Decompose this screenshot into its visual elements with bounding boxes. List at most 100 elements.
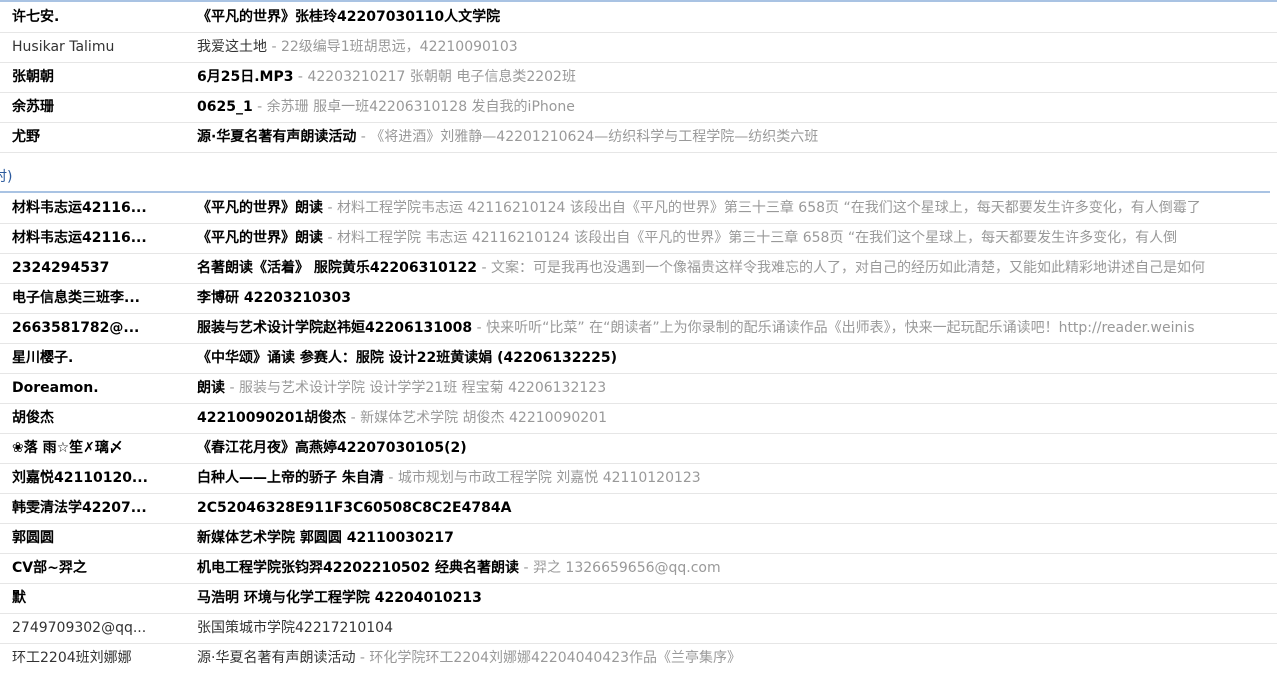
mail-subject: 6月25日.MP3 [197,69,294,85]
preview-separator: - [519,560,533,576]
preview-separator: - [293,69,308,85]
mail-subject: 《中华颂》诵读 参赛人：服院 设计22班黄读娟 (42206132225) [197,350,618,366]
mail-summary: 42210090201胡俊杰 - 新媒体艺术学院 胡俊杰 42210090201 [197,404,1277,433]
list-top-border [0,0,1277,2]
mail-row[interactable]: 韩雯清法学42207... 2C52046328E911F3C60508C8C2E… [0,494,1277,524]
group-header[interactable]: 时) [0,163,1270,193]
mail-summary: 6月25日.MP3 - 42203210217 张朝朝 电子信息类2202班 [197,63,1277,92]
mail-subject: 名著朗读《活着》 服院黄乐42206310122 [197,260,478,276]
mail-subject: 2C52046328E911F3C60508C8C2E4784A [197,500,512,516]
preview-separator: - [323,230,337,246]
mail-sender: 星川樱子. [12,350,74,366]
mail-summary: 《春江花月夜》高燕婷42207030105(2) [197,434,1277,463]
mail-subject: 服装与艺术设计学院赵祎姮42206131008 [197,320,473,336]
mail-subject: 42210090201胡俊杰 [197,410,347,426]
mail-row[interactable]: CV部~羿之 机电工程学院张钧羿42202210502 经典名著朗读 - 羿之 1… [0,554,1277,584]
mail-row[interactable]: 电子信息类三班李... 李博研 42203210303 [0,284,1277,314]
mail-row[interactable]: 2324294537 名著朗读《活着》 服院黄乐42206310122 - 文案：… [0,254,1277,284]
mail-sender: 尤野 [12,129,40,145]
preview-separator: - [252,99,267,115]
mail-preview: 城市规划与市政工程学院 刘嘉悦 42110120123 [397,470,701,486]
mail-row[interactable]: 许七安. 《平凡的世界》张桂玲42207030110人文学院 [0,3,1277,33]
mail-subject: 马浩明 环境与化学工程学院 42204010213 [197,590,482,606]
mail-sender: 许七安. [12,9,60,25]
mail-subject: 李博研 42203210303 [197,290,352,306]
mail-preview: 环化学院环工2204刘娜娜42204040423作品《兰亭集序》 [369,650,742,666]
mail-summary: 机电工程学院张钧羿42202210502 经典名著朗读 - 羿之 1326659… [197,554,1277,583]
mail-preview: 《将进酒》刘雅静—42201210624—纺织科学与工程学院—纺织类六班 [370,129,819,145]
mail-sender: 余苏珊 [12,99,54,115]
mail-summary: 源·华夏名著有声朗读活动 - 环化学院环工2204刘娜娜42204040423作… [197,644,1277,673]
mail-preview: 22级编导1班胡思远，42210090103 [280,39,518,55]
mail-preview: 材料工程学院 韦志运 42116210124 该段出自《平凡的世界》第三十三章 … [336,230,1178,246]
mail-summary: 新媒体艺术学院 郭圆圆 42110030217 [197,524,1277,553]
mail-row[interactable]: 材料韦志运42116... 《平凡的世界》朗读 - 材料工程学院韦志运 42116… [0,194,1277,224]
mail-subject: 0625_1 [197,99,253,115]
mail-row[interactable]: ❀落 雨☆笙✗璃〆 《春江花月夜》高燕婷42207030105(2) [0,434,1277,464]
mail-row[interactable]: Doreamon. 朗读 - 服装与艺术设计学院 设计学学21班 程宝菊 4220… [0,374,1277,404]
preview-separator: - [225,380,239,396]
mail-row[interactable]: 星川樱子. 《中华颂》诵读 参赛人：服院 设计22班黄读娟 (4220613222… [0,344,1277,374]
mail-summary: 李博研 42203210303 [197,284,1277,313]
mail-row[interactable]: Husikar Talimu 我爱这土地 - 22级编导1班胡思远，4221009… [0,33,1277,63]
mail-sender: 电子信息类三班李... [12,290,140,306]
mail-preview: 服装与艺术设计学院 设计学学21班 程宝菊 42206132123 [238,380,607,396]
mail-subject: 白种人——上帝的骄子 朱自清 [197,470,384,486]
mail-subject: 源·华夏名著有声朗读活动 [197,129,357,145]
mail-preview: 余苏珊 服卓一班42206310128 发自我的iPhone [266,99,575,115]
mail-sender: Doreamon. [12,380,99,396]
preview-separator: - [472,320,487,336]
preview-separator: - [477,260,491,276]
mail-sender: 韩雯清法学42207... [12,500,147,516]
mail-preview: 羿之 1326659656@qq.com [532,560,721,576]
mail-row[interactable]: 余苏珊 0625_1 - 余苏珊 服卓一班42206310128 发自我的iPho… [0,93,1277,123]
mail-preview: 文案：可是我再也没遇到一个像福贵这样令我难忘的人了，对自己的经历如此清楚，又能如… [490,260,1205,276]
mail-summary: 名著朗读《活着》 服院黄乐42206310122 - 文案：可是我再也没遇到一个… [197,254,1277,283]
preview-separator: - [356,129,371,145]
mail-summary: 张国策城市学院42217210104 [197,614,1277,643]
mail-sender: 胡俊杰 [12,410,54,426]
preview-separator: - [267,39,281,55]
mail-sender: 默 [12,590,26,606]
mail-preview: 42203210217 张朝朝 电子信息类2202班 [307,69,576,85]
mail-sender: CV部~羿之 [12,560,87,576]
mail-subject: 张国策城市学院42217210104 [197,620,393,636]
mail-subject: 我爱这土地 [197,39,267,55]
mail-preview: 新媒体艺术学院 胡俊杰 42210090201 [360,410,607,426]
mail-summary: 《平凡的世界》张桂玲42207030110人文学院 [197,3,1277,32]
mail-row[interactable]: 2749709302@qq... 张国策城市学院42217210104 [0,614,1277,644]
mail-row[interactable]: 环工2204班刘娜娜 源·华夏名著有声朗读活动 - 环化学院环工2204刘娜娜42… [0,644,1277,673]
mail-row[interactable]: 刘嘉悦42110120... 白种人——上帝的骄子 朱自清 - 城市规划与市政工程… [0,464,1277,494]
mail-subject: 《平凡的世界》张桂玲42207030110人文学院 [197,9,501,25]
mail-row[interactable]: 材料韦志运42116... 《平凡的世界》朗读 - 材料工程学院 韦志运 4211… [0,224,1277,254]
mail-subject: 源·华夏名著有声朗读活动 [197,650,356,666]
mail-row[interactable]: 2663581782@... 服装与艺术设计学院赵祎姮42206131008 - … [0,314,1277,344]
mail-sender: 2749709302@qq... [12,620,147,636]
mail-summary: 《中华颂》诵读 参赛人：服院 设计22班黄读娟 (42206132225) [197,344,1277,373]
mail-sender: 材料韦志运42116... [12,230,147,246]
mail-summary: 朗读 - 服装与艺术设计学院 设计学学21班 程宝菊 42206132123 [197,374,1277,403]
preview-separator: - [346,410,361,426]
mail-sender: 刘嘉悦42110120... [12,470,148,486]
mail-row[interactable]: 默 马浩明 环境与化学工程学院 42204010213 [0,584,1277,614]
mail-summary: 服装与艺术设计学院赵祎姮42206131008 - 快来听听“比菜” 在“朗读者… [197,314,1277,343]
mail-subject: 朗读 [197,380,225,396]
preview-separator: - [323,200,337,216]
preview-separator: - [355,650,370,666]
mail-subject: 新媒体艺术学院 郭圆圆 42110030217 [197,530,454,546]
mail-summary: 马浩明 环境与化学工程学院 42204010213 [197,584,1277,613]
mail-sender: 环工2204班刘娜娜 [12,650,132,666]
mail-sender: 材料韦志运42116... [12,200,147,216]
preview-separator: - [383,470,398,486]
mail-row[interactable]: 胡俊杰 42210090201胡俊杰 - 新媒体艺术学院 胡俊杰 42210090… [0,404,1277,434]
mail-preview: 快来听听“比菜” 在“朗读者”上为你录制的配乐诵读作品《出师表》，快来一起玩配乐… [486,320,1195,336]
mail-summary: 2C52046328E911F3C60508C8C2E4784A [197,494,1277,523]
mail-subject: 机电工程学院张钧羿42202210502 经典名著朗读 [197,560,520,576]
mail-row[interactable]: 郭圆圆 新媒体艺术学院 郭圆圆 42110030217 [0,524,1277,554]
mail-sender: 2663581782@... [12,320,140,336]
mail-subject: 《春江花月夜》高燕婷42207030105(2) [197,440,467,456]
mail-row[interactable]: 张朝朝 6月25日.MP3 - 42203210217 张朝朝 电子信息类2202… [0,63,1277,93]
mail-preview: 材料工程学院韦志运 42116210124 该段出自《平凡的世界》第三十三章 6… [336,200,1201,216]
mail-row[interactable]: 尤野 源·华夏名著有声朗读活动 - 《将进酒》刘雅静—42201210624—纺织… [0,123,1277,153]
mail-sender: 郭圆圆 [12,530,54,546]
